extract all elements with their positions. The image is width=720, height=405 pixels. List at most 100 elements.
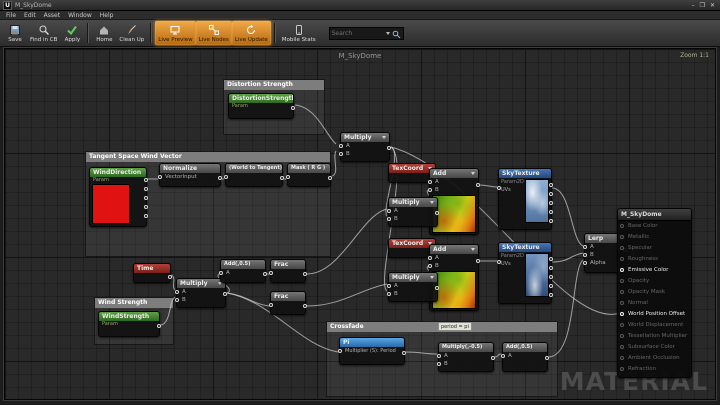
input-pin[interactable]: [620, 312, 624, 316]
node-pi-period[interactable]: Pi Multiplier (S): Period: [339, 337, 405, 365]
output-pin[interactable]: [157, 324, 161, 328]
output-pin-g[interactable]: [549, 275, 553, 279]
node-sky-texture-2[interactable]: SkyTexture Param2D UVs: [498, 242, 552, 304]
close-button[interactable]: ✕: [710, 0, 715, 11]
input-pin[interactable]: [269, 271, 273, 275]
output-pin-r[interactable]: [144, 187, 148, 191]
input-pin-uvs[interactable]: [497, 260, 501, 264]
material-pin-row[interactable]: Specular: [618, 243, 691, 254]
menu-item[interactable]: Edit: [20, 12, 40, 19]
node-multiply-distortion[interactable]: Multiply A B: [340, 132, 390, 162]
input-pin[interactable]: [224, 175, 228, 179]
material-pin-row[interactable]: World Position Offset: [618, 309, 691, 320]
input-pin-alpha[interactable]: [583, 261, 587, 265]
mobile-stats-button[interactable]: Mobile Stats: [279, 21, 319, 45]
output-pin[interactable]: [402, 351, 406, 355]
input-pin-b[interactable]: [387, 217, 391, 221]
input-pin-b[interactable]: [428, 188, 432, 192]
output-pin-rgba[interactable]: [144, 178, 148, 182]
material-pin-row[interactable]: Refraction: [618, 364, 691, 375]
node-frac-2[interactable]: Frac: [270, 291, 306, 315]
input-pin[interactable]: [286, 175, 290, 179]
node-add-half-phase[interactable]: Add(,0.5) A: [220, 259, 266, 283]
input-pin-b[interactable]: [428, 264, 432, 268]
output-pin[interactable]: [223, 292, 227, 296]
input-pin-b[interactable]: [437, 362, 441, 366]
input-pin-a[interactable]: [387, 284, 391, 288]
output-pin[interactable]: [387, 146, 391, 150]
material-pin-row[interactable]: Roughness: [618, 254, 691, 265]
input-pin[interactable]: [269, 303, 273, 307]
material-pin-row[interactable]: Subsurface Color: [618, 342, 691, 353]
node-wind-direction-param[interactable]: WindDirection Param: [89, 167, 147, 227]
node-sky-texture-1[interactable]: SkyTexture Param2D UVs: [498, 168, 552, 230]
input-pin[interactable]: [620, 290, 624, 294]
node-wind-strength-param[interactable]: WindStrength Param: [98, 311, 160, 337]
input-pin[interactable]: [620, 301, 624, 305]
input-pin[interactable]: [338, 349, 342, 353]
input-pin[interactable]: [620, 279, 624, 283]
graph-canvas[interactable]: M_SkyDome Zoom 1:1 MATERIAL Distortion S…: [4, 48, 716, 400]
output-pin-rgb[interactable]: [549, 183, 553, 187]
input-pin-a[interactable]: [437, 354, 441, 358]
menu-item[interactable]: Asset: [40, 12, 64, 19]
input-pin[interactable]: [620, 257, 624, 261]
material-pin-row[interactable]: Ambient Occlusion: [618, 353, 691, 364]
menu-item[interactable]: Help: [96, 12, 118, 19]
output-pin[interactable]: [435, 211, 439, 215]
material-pin-row[interactable]: Opacity: [618, 276, 691, 287]
output-pin-b[interactable]: [144, 205, 148, 209]
input-pin[interactable]: [620, 224, 624, 228]
minimize-button[interactable]: –: [692, 0, 695, 11]
save-button[interactable]: Save: [3, 21, 27, 45]
input-pin-a[interactable]: [175, 290, 179, 294]
maximize-button[interactable]: ❐: [700, 0, 705, 11]
node-distortion-strength-param[interactable]: DistortionStrength Param: [228, 93, 294, 119]
node-multiply-pan-2[interactable]: Multiply A B: [388, 272, 438, 302]
input-pin-a[interactable]: [219, 271, 223, 275]
output-pin[interactable]: [168, 275, 172, 279]
output-pin-g[interactable]: [144, 196, 148, 200]
output-pin[interactable]: [491, 356, 495, 360]
material-pin-row[interactable]: Normal: [618, 298, 691, 309]
home-button[interactable]: Home: [92, 21, 116, 45]
chevron-down-icon[interactable]: [386, 32, 390, 35]
find-in-cb-button[interactable]: Find in CB: [27, 21, 60, 45]
output-pin[interactable]: [476, 259, 480, 263]
output-pin[interactable]: [263, 272, 267, 276]
node-normalize[interactable]: Normalize VectorInput: [159, 163, 221, 187]
input-pin[interactable]: [620, 323, 624, 327]
node-material-output[interactable]: M_SkyDome Base Color Metallic Specular R…: [617, 208, 692, 378]
live-update-toggle[interactable]: Live Update: [232, 21, 271, 45]
input-pin-b[interactable]: [583, 253, 587, 257]
input-pin-uvs[interactable]: [497, 186, 501, 190]
output-pin[interactable]: [545, 356, 549, 360]
node-frac-1[interactable]: Frac: [270, 259, 306, 283]
output-pin[interactable]: [476, 183, 480, 187]
output-pin[interactable]: [303, 304, 307, 308]
apply-button[interactable]: Apply: [60, 21, 84, 45]
output-pin[interactable]: [291, 106, 295, 110]
input-pin[interactable]: [620, 345, 624, 349]
comment-title[interactable]: Distortion Strength: [224, 80, 324, 90]
material-pin-row[interactable]: Emissive Color: [618, 265, 691, 276]
comment-title[interactable]: Wind Strength: [95, 298, 173, 308]
node-multiply-time[interactable]: Multiply A B: [176, 278, 226, 308]
input-pin[interactable]: [620, 246, 624, 250]
output-pin[interactable]: [435, 286, 439, 290]
live-nodes-toggle[interactable]: Live Nodes: [196, 21, 232, 45]
material-pin-row[interactable]: Base Color: [618, 221, 691, 232]
output-pin-a[interactable]: [549, 293, 553, 297]
output-pin-g[interactable]: [549, 201, 553, 205]
input-pin-a[interactable]: [387, 209, 391, 213]
menu-item[interactable]: Window: [64, 12, 96, 19]
input-pin-a[interactable]: [583, 245, 587, 249]
input-pin-a[interactable]: [428, 256, 432, 260]
output-pin-b[interactable]: [549, 210, 553, 214]
clean-up-button[interactable]: Clean Up: [116, 21, 147, 45]
output-pin[interactable]: [280, 176, 284, 180]
node-multiply-pan-1[interactable]: Multiply A B: [388, 197, 438, 227]
input-pin-a[interactable]: [339, 144, 343, 148]
search-input[interactable]: [332, 30, 384, 37]
live-preview-toggle[interactable]: Live Preview: [155, 21, 195, 45]
